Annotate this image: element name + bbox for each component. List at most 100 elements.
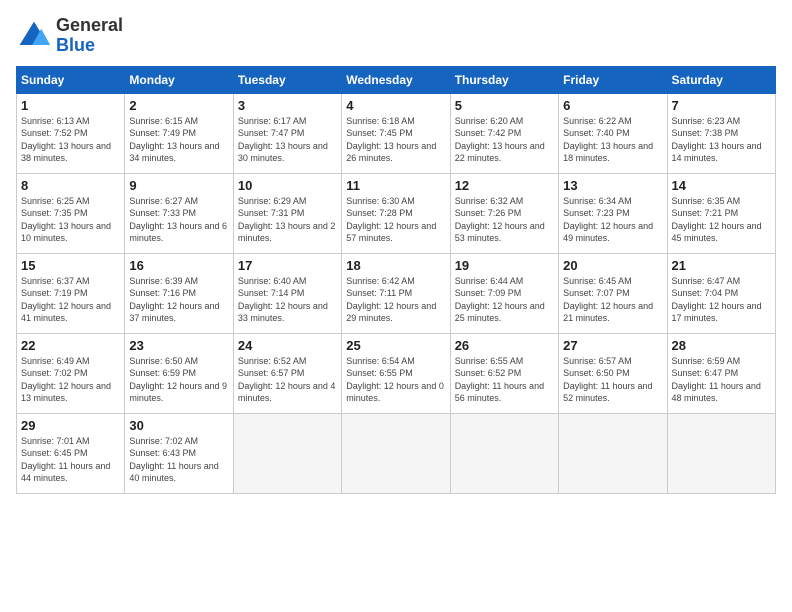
header-sunday: Sunday xyxy=(17,66,125,93)
day-number: 18 xyxy=(346,258,445,273)
header-friday: Friday xyxy=(559,66,667,93)
day-number: 2 xyxy=(129,98,228,113)
day-number: 19 xyxy=(455,258,554,273)
page-container: General Blue Sunday Monday Tuesday Wedne… xyxy=(0,0,792,502)
day-info: Sunrise: 6:55 AM Sunset: 6:52 PM Dayligh… xyxy=(455,355,554,405)
calendar-cell: 19 Sunrise: 6:44 AM Sunset: 7:09 PM Dayl… xyxy=(450,253,558,333)
day-number: 9 xyxy=(129,178,228,193)
calendar-table: Sunday Monday Tuesday Wednesday Thursday… xyxy=(16,66,776,494)
day-info: Sunrise: 6:39 AM Sunset: 7:16 PM Dayligh… xyxy=(129,275,228,325)
calendar-week-row: 1 Sunrise: 6:13 AM Sunset: 7:52 PM Dayli… xyxy=(17,93,776,173)
day-info: Sunrise: 6:59 AM Sunset: 6:47 PM Dayligh… xyxy=(672,355,771,405)
day-number: 12 xyxy=(455,178,554,193)
calendar-cell: 13 Sunrise: 6:34 AM Sunset: 7:23 PM Dayl… xyxy=(559,173,667,253)
day-info: Sunrise: 6:20 AM Sunset: 7:42 PM Dayligh… xyxy=(455,115,554,165)
day-number: 20 xyxy=(563,258,662,273)
calendar-cell: 2 Sunrise: 6:15 AM Sunset: 7:49 PM Dayli… xyxy=(125,93,233,173)
day-number: 28 xyxy=(672,338,771,353)
day-number: 27 xyxy=(563,338,662,353)
logo-text: General Blue xyxy=(56,16,123,56)
day-number: 6 xyxy=(563,98,662,113)
day-info: Sunrise: 6:17 AM Sunset: 7:47 PM Dayligh… xyxy=(238,115,337,165)
calendar-cell: 12 Sunrise: 6:32 AM Sunset: 7:26 PM Dayl… xyxy=(450,173,558,253)
header-wednesday: Wednesday xyxy=(342,66,450,93)
day-number: 8 xyxy=(21,178,120,193)
day-info: Sunrise: 6:37 AM Sunset: 7:19 PM Dayligh… xyxy=(21,275,120,325)
day-info: Sunrise: 6:47 AM Sunset: 7:04 PM Dayligh… xyxy=(672,275,771,325)
day-info: Sunrise: 6:13 AM Sunset: 7:52 PM Dayligh… xyxy=(21,115,120,165)
calendar-cell: 17 Sunrise: 6:40 AM Sunset: 7:14 PM Dayl… xyxy=(233,253,341,333)
day-number: 22 xyxy=(21,338,120,353)
day-info: Sunrise: 7:01 AM Sunset: 6:45 PM Dayligh… xyxy=(21,435,120,485)
day-number: 25 xyxy=(346,338,445,353)
calendar-cell: 14 Sunrise: 6:35 AM Sunset: 7:21 PM Dayl… xyxy=(667,173,775,253)
calendar-cell: 7 Sunrise: 6:23 AM Sunset: 7:38 PM Dayli… xyxy=(667,93,775,173)
day-number: 17 xyxy=(238,258,337,273)
day-number: 24 xyxy=(238,338,337,353)
calendar-cell xyxy=(233,413,341,493)
day-number: 11 xyxy=(346,178,445,193)
calendar-cell: 23 Sunrise: 6:50 AM Sunset: 6:59 PM Dayl… xyxy=(125,333,233,413)
calendar-cell: 4 Sunrise: 6:18 AM Sunset: 7:45 PM Dayli… xyxy=(342,93,450,173)
day-info: Sunrise: 7:02 AM Sunset: 6:43 PM Dayligh… xyxy=(129,435,228,485)
day-number: 13 xyxy=(563,178,662,193)
calendar-cell xyxy=(342,413,450,493)
day-number: 29 xyxy=(21,418,120,433)
calendar-cell: 25 Sunrise: 6:54 AM Sunset: 6:55 PM Dayl… xyxy=(342,333,450,413)
calendar-cell: 30 Sunrise: 7:02 AM Sunset: 6:43 PM Dayl… xyxy=(125,413,233,493)
calendar-cell: 1 Sunrise: 6:13 AM Sunset: 7:52 PM Dayli… xyxy=(17,93,125,173)
weekday-header-row: Sunday Monday Tuesday Wednesday Thursday… xyxy=(17,66,776,93)
day-info: Sunrise: 6:54 AM Sunset: 6:55 PM Dayligh… xyxy=(346,355,445,405)
calendar-week-row: 8 Sunrise: 6:25 AM Sunset: 7:35 PM Dayli… xyxy=(17,173,776,253)
day-number: 5 xyxy=(455,98,554,113)
calendar-cell: 16 Sunrise: 6:39 AM Sunset: 7:16 PM Dayl… xyxy=(125,253,233,333)
day-info: Sunrise: 6:29 AM Sunset: 7:31 PM Dayligh… xyxy=(238,195,337,245)
day-info: Sunrise: 6:34 AM Sunset: 7:23 PM Dayligh… xyxy=(563,195,662,245)
day-number: 15 xyxy=(21,258,120,273)
calendar-cell: 26 Sunrise: 6:55 AM Sunset: 6:52 PM Dayl… xyxy=(450,333,558,413)
header-monday: Monday xyxy=(125,66,233,93)
day-info: Sunrise: 6:27 AM Sunset: 7:33 PM Dayligh… xyxy=(129,195,228,245)
header-tuesday: Tuesday xyxy=(233,66,341,93)
calendar-cell xyxy=(667,413,775,493)
day-info: Sunrise: 6:52 AM Sunset: 6:57 PM Dayligh… xyxy=(238,355,337,405)
day-number: 1 xyxy=(21,98,120,113)
day-info: Sunrise: 6:32 AM Sunset: 7:26 PM Dayligh… xyxy=(455,195,554,245)
day-number: 26 xyxy=(455,338,554,353)
calendar-cell: 22 Sunrise: 6:49 AM Sunset: 7:02 PM Dayl… xyxy=(17,333,125,413)
calendar-week-row: 15 Sunrise: 6:37 AM Sunset: 7:19 PM Dayl… xyxy=(17,253,776,333)
day-info: Sunrise: 6:23 AM Sunset: 7:38 PM Dayligh… xyxy=(672,115,771,165)
day-info: Sunrise: 6:25 AM Sunset: 7:35 PM Dayligh… xyxy=(21,195,120,245)
day-number: 30 xyxy=(129,418,228,433)
day-info: Sunrise: 6:45 AM Sunset: 7:07 PM Dayligh… xyxy=(563,275,662,325)
calendar-cell: 5 Sunrise: 6:20 AM Sunset: 7:42 PM Dayli… xyxy=(450,93,558,173)
day-number: 14 xyxy=(672,178,771,193)
day-info: Sunrise: 6:49 AM Sunset: 7:02 PM Dayligh… xyxy=(21,355,120,405)
day-info: Sunrise: 6:30 AM Sunset: 7:28 PM Dayligh… xyxy=(346,195,445,245)
calendar-cell: 6 Sunrise: 6:22 AM Sunset: 7:40 PM Dayli… xyxy=(559,93,667,173)
calendar-cell: 24 Sunrise: 6:52 AM Sunset: 6:57 PM Dayl… xyxy=(233,333,341,413)
calendar-cell: 20 Sunrise: 6:45 AM Sunset: 7:07 PM Dayl… xyxy=(559,253,667,333)
header-thursday: Thursday xyxy=(450,66,558,93)
page-header: General Blue xyxy=(16,16,776,56)
calendar-cell: 28 Sunrise: 6:59 AM Sunset: 6:47 PM Dayl… xyxy=(667,333,775,413)
day-info: Sunrise: 6:35 AM Sunset: 7:21 PM Dayligh… xyxy=(672,195,771,245)
day-info: Sunrise: 6:44 AM Sunset: 7:09 PM Dayligh… xyxy=(455,275,554,325)
calendar-cell: 18 Sunrise: 6:42 AM Sunset: 7:11 PM Dayl… xyxy=(342,253,450,333)
calendar-cell xyxy=(450,413,558,493)
calendar-cell: 29 Sunrise: 7:01 AM Sunset: 6:45 PM Dayl… xyxy=(17,413,125,493)
day-number: 7 xyxy=(672,98,771,113)
day-number: 3 xyxy=(238,98,337,113)
calendar-cell: 8 Sunrise: 6:25 AM Sunset: 7:35 PM Dayli… xyxy=(17,173,125,253)
calendar-cell xyxy=(559,413,667,493)
day-info: Sunrise: 6:18 AM Sunset: 7:45 PM Dayligh… xyxy=(346,115,445,165)
day-info: Sunrise: 6:22 AM Sunset: 7:40 PM Dayligh… xyxy=(563,115,662,165)
calendar-cell: 3 Sunrise: 6:17 AM Sunset: 7:47 PM Dayli… xyxy=(233,93,341,173)
day-info: Sunrise: 6:15 AM Sunset: 7:49 PM Dayligh… xyxy=(129,115,228,165)
day-info: Sunrise: 6:42 AM Sunset: 7:11 PM Dayligh… xyxy=(346,275,445,325)
calendar-cell: 15 Sunrise: 6:37 AM Sunset: 7:19 PM Dayl… xyxy=(17,253,125,333)
calendar-cell: 21 Sunrise: 6:47 AM Sunset: 7:04 PM Dayl… xyxy=(667,253,775,333)
header-saturday: Saturday xyxy=(667,66,775,93)
calendar-cell: 9 Sunrise: 6:27 AM Sunset: 7:33 PM Dayli… xyxy=(125,173,233,253)
day-info: Sunrise: 6:40 AM Sunset: 7:14 PM Dayligh… xyxy=(238,275,337,325)
